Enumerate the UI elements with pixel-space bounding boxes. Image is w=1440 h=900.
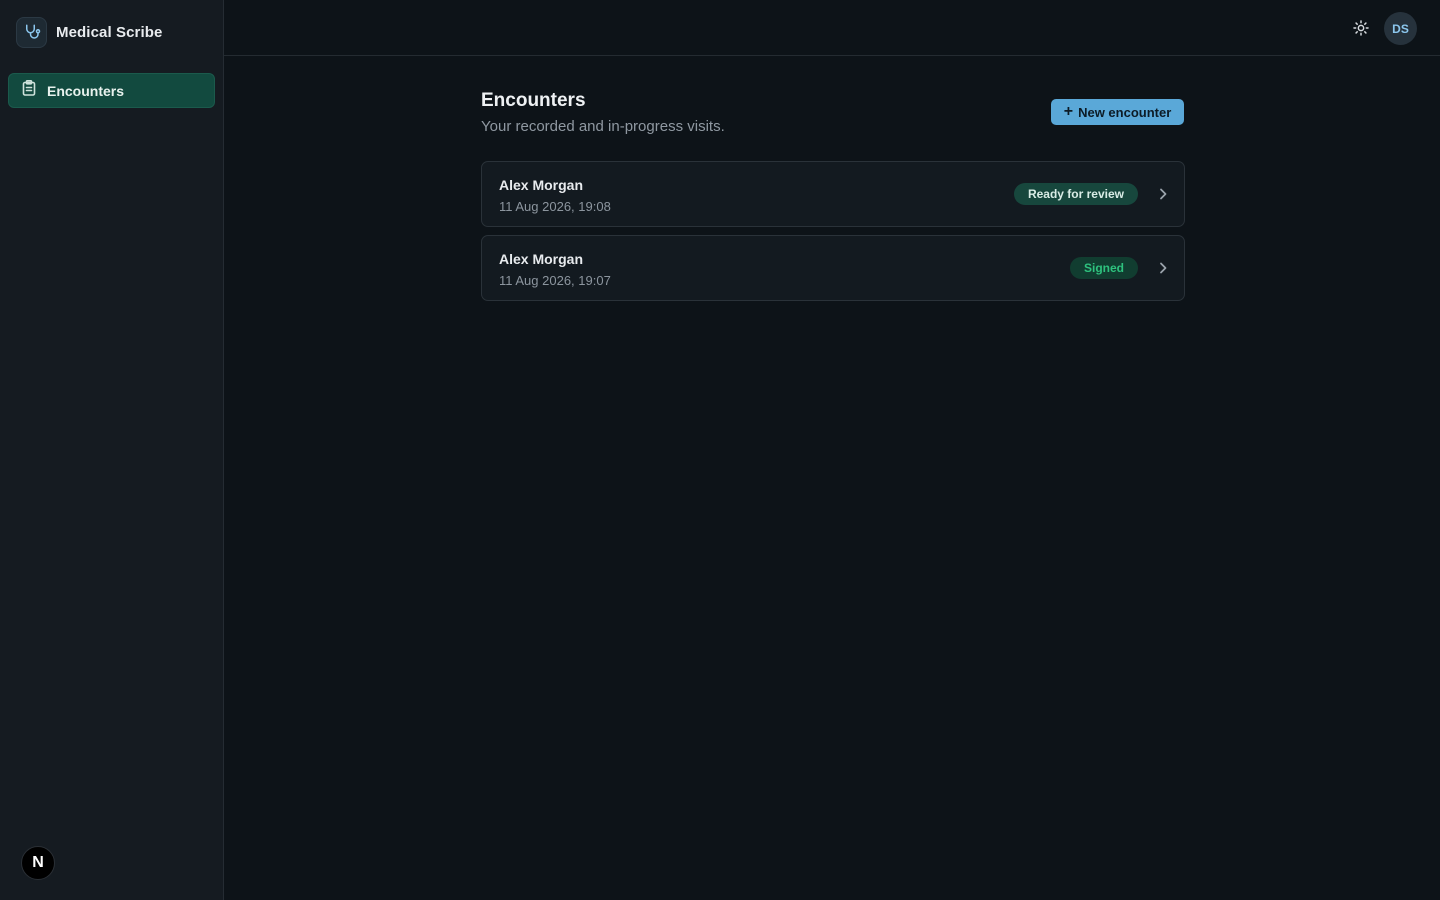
chevron-right-icon — [1158, 187, 1168, 201]
status-badge: Ready for review — [1013, 183, 1138, 205]
user-avatar[interactable]: DS — [1384, 12, 1417, 45]
sidebar-item-encounters[interactable]: Encounters — [8, 73, 215, 108]
page-title: Encounters — [481, 90, 586, 111]
stethoscope-icon — [16, 16, 47, 48]
encounter-patient-name: Alex Morgan — [499, 251, 584, 267]
clipboard-icon — [22, 80, 36, 101]
sun-icon[interactable] — [1352, 19, 1370, 37]
footer-avatar[interactable]: N — [21, 846, 55, 880]
page-subtitle: Your recorded and in-progress visits. — [481, 118, 725, 135]
new-encounter-label: New encounter — [1078, 104, 1172, 120]
new-encounter-button[interactable]: + New encounter — [1051, 99, 1184, 125]
top-bar: DS — [224, 0, 1440, 56]
encounter-patient-name: Alex Morgan — [499, 177, 584, 193]
encounter-row[interactable]: Alex Morgan 11 Aug 2026, 19:08 Ready for… — [481, 161, 1185, 227]
encounter-timestamp: 11 Aug 2026, 19:08 — [499, 199, 611, 214]
encounter-timestamp: 11 Aug 2026, 19:07 — [499, 273, 611, 288]
brand[interactable]: Medical Scribe — [16, 16, 162, 48]
status-badge: Signed — [1069, 257, 1138, 279]
chevron-right-icon — [1158, 261, 1168, 275]
sidebar: Medical Scribe Encounters N — [0, 0, 224, 900]
plus-icon: + — [1063, 102, 1074, 120]
sidebar-item-label: Encounters — [47, 82, 125, 99]
encounter-row[interactable]: Alex Morgan 11 Aug 2026, 19:07 Signed — [481, 235, 1185, 301]
app-name: Medical Scribe — [56, 23, 163, 41]
